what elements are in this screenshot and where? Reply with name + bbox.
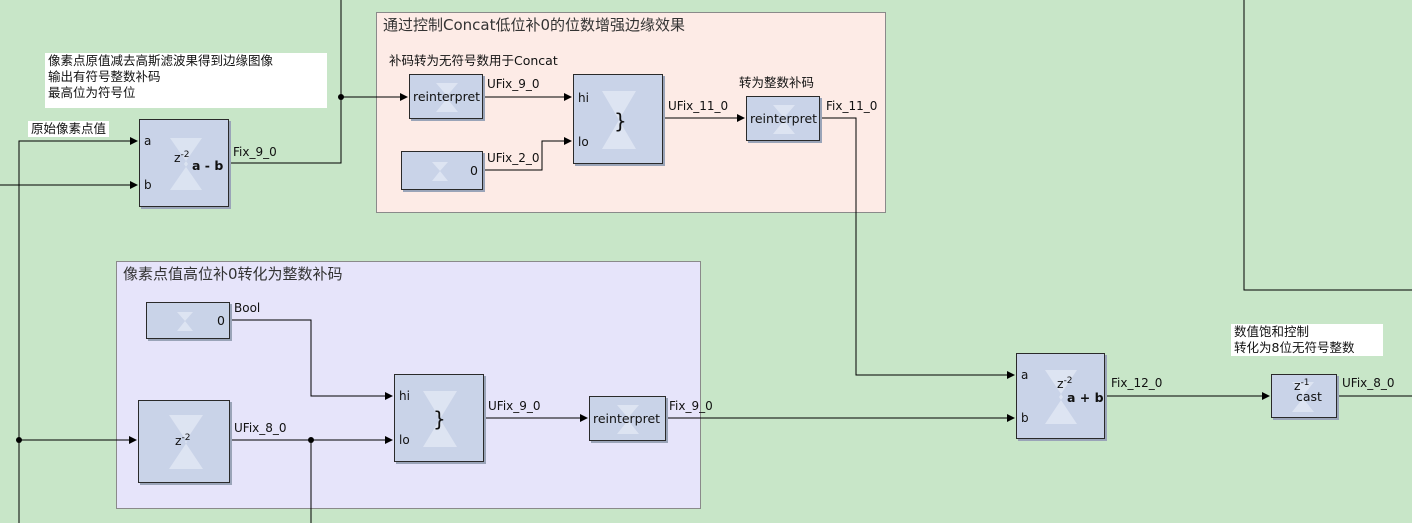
op-label: a + b [1067, 390, 1104, 405]
port-lo: lo [578, 135, 589, 149]
delay-label: z-2 [1057, 376, 1073, 392]
constant-block-lo[interactable]: 0 [401, 151, 483, 190]
signal-bool-out: Bool [234, 301, 261, 315]
reinterpret-label: reinterpret [750, 111, 818, 126]
signal-delay-out: UFix_8_0 [234, 421, 287, 435]
subtract-block[interactable]: a b z-2 a - b [139, 119, 229, 207]
op-label: cast [1296, 389, 1322, 404]
reinterpret-label: reinterpret [593, 411, 661, 426]
signal-cast-out: UFix_8_0 [1342, 376, 1395, 390]
reinterpret-block-3[interactable]: reinterpret [589, 396, 666, 441]
constant-block-bool[interactable]: 0 [146, 302, 230, 339]
concat-symbol: } [433, 407, 446, 431]
reinterp-note: 补码转为无符号数用于Concat [389, 53, 558, 68]
orig-pixel-label: 原始像素点值 [28, 121, 110, 137]
port-a: a [1021, 368, 1029, 382]
concat-block-1[interactable]: hi lo } [573, 74, 663, 164]
signal-r2-out: Fix_11_0 [826, 99, 878, 113]
cast-block[interactable]: z-1 cast [1271, 374, 1337, 418]
to-int-note: 转为整数补码 [739, 75, 815, 90]
signal-r3-out: Fix_9_0 [669, 399, 713, 413]
delay-label: z-2 [174, 150, 190, 166]
port-hi: hi [399, 389, 410, 403]
port-a: a [144, 134, 152, 148]
concat-symbol: } [614, 109, 627, 133]
reinterpret-label: reinterpret [413, 89, 481, 104]
signal-concat1-out: UFix_11_0 [668, 99, 729, 113]
op-label: a - b [192, 158, 224, 173]
reinterpret-block-1[interactable]: reinterpret [409, 74, 483, 119]
port-b: b [1021, 411, 1029, 425]
signal-concat2-out: UFix_9_0 [488, 399, 541, 413]
signal-const-lo-out: UFix_2_0 [487, 151, 540, 165]
port-lo: lo [399, 433, 410, 447]
diagram-canvas: 通过控制Concat低位补0的位数增强边缘效果 像素点值高位补0转化为整数补码 [0, 0, 1412, 523]
reinterpret-block-2[interactable]: reinterpret [746, 96, 820, 141]
delay-block[interactable]: z-2 [138, 400, 230, 483]
signal-r1-out: UFix_9_0 [487, 77, 540, 91]
delay-label: z-2 [175, 433, 191, 449]
signal-add-out: Fix_12_0 [1111, 376, 1163, 390]
const-value: 0 [217, 313, 225, 328]
saturate-note: 数值饱和控制 转化为8位无符号整数 [1231, 324, 1383, 356]
const-value: 0 [470, 163, 478, 178]
port-b: b [144, 178, 152, 192]
concat-block-2[interactable]: hi lo } [394, 374, 484, 462]
edge-note: 像素点原值减去高斯滤波果得到边缘图像 输出有符号整数补码 最高位为符号位 [45, 53, 327, 108]
signal-sub-out: Fix_9_0 [233, 145, 277, 159]
add-block[interactable]: a b z-2 a + b [1016, 353, 1105, 439]
port-hi: hi [578, 91, 589, 105]
